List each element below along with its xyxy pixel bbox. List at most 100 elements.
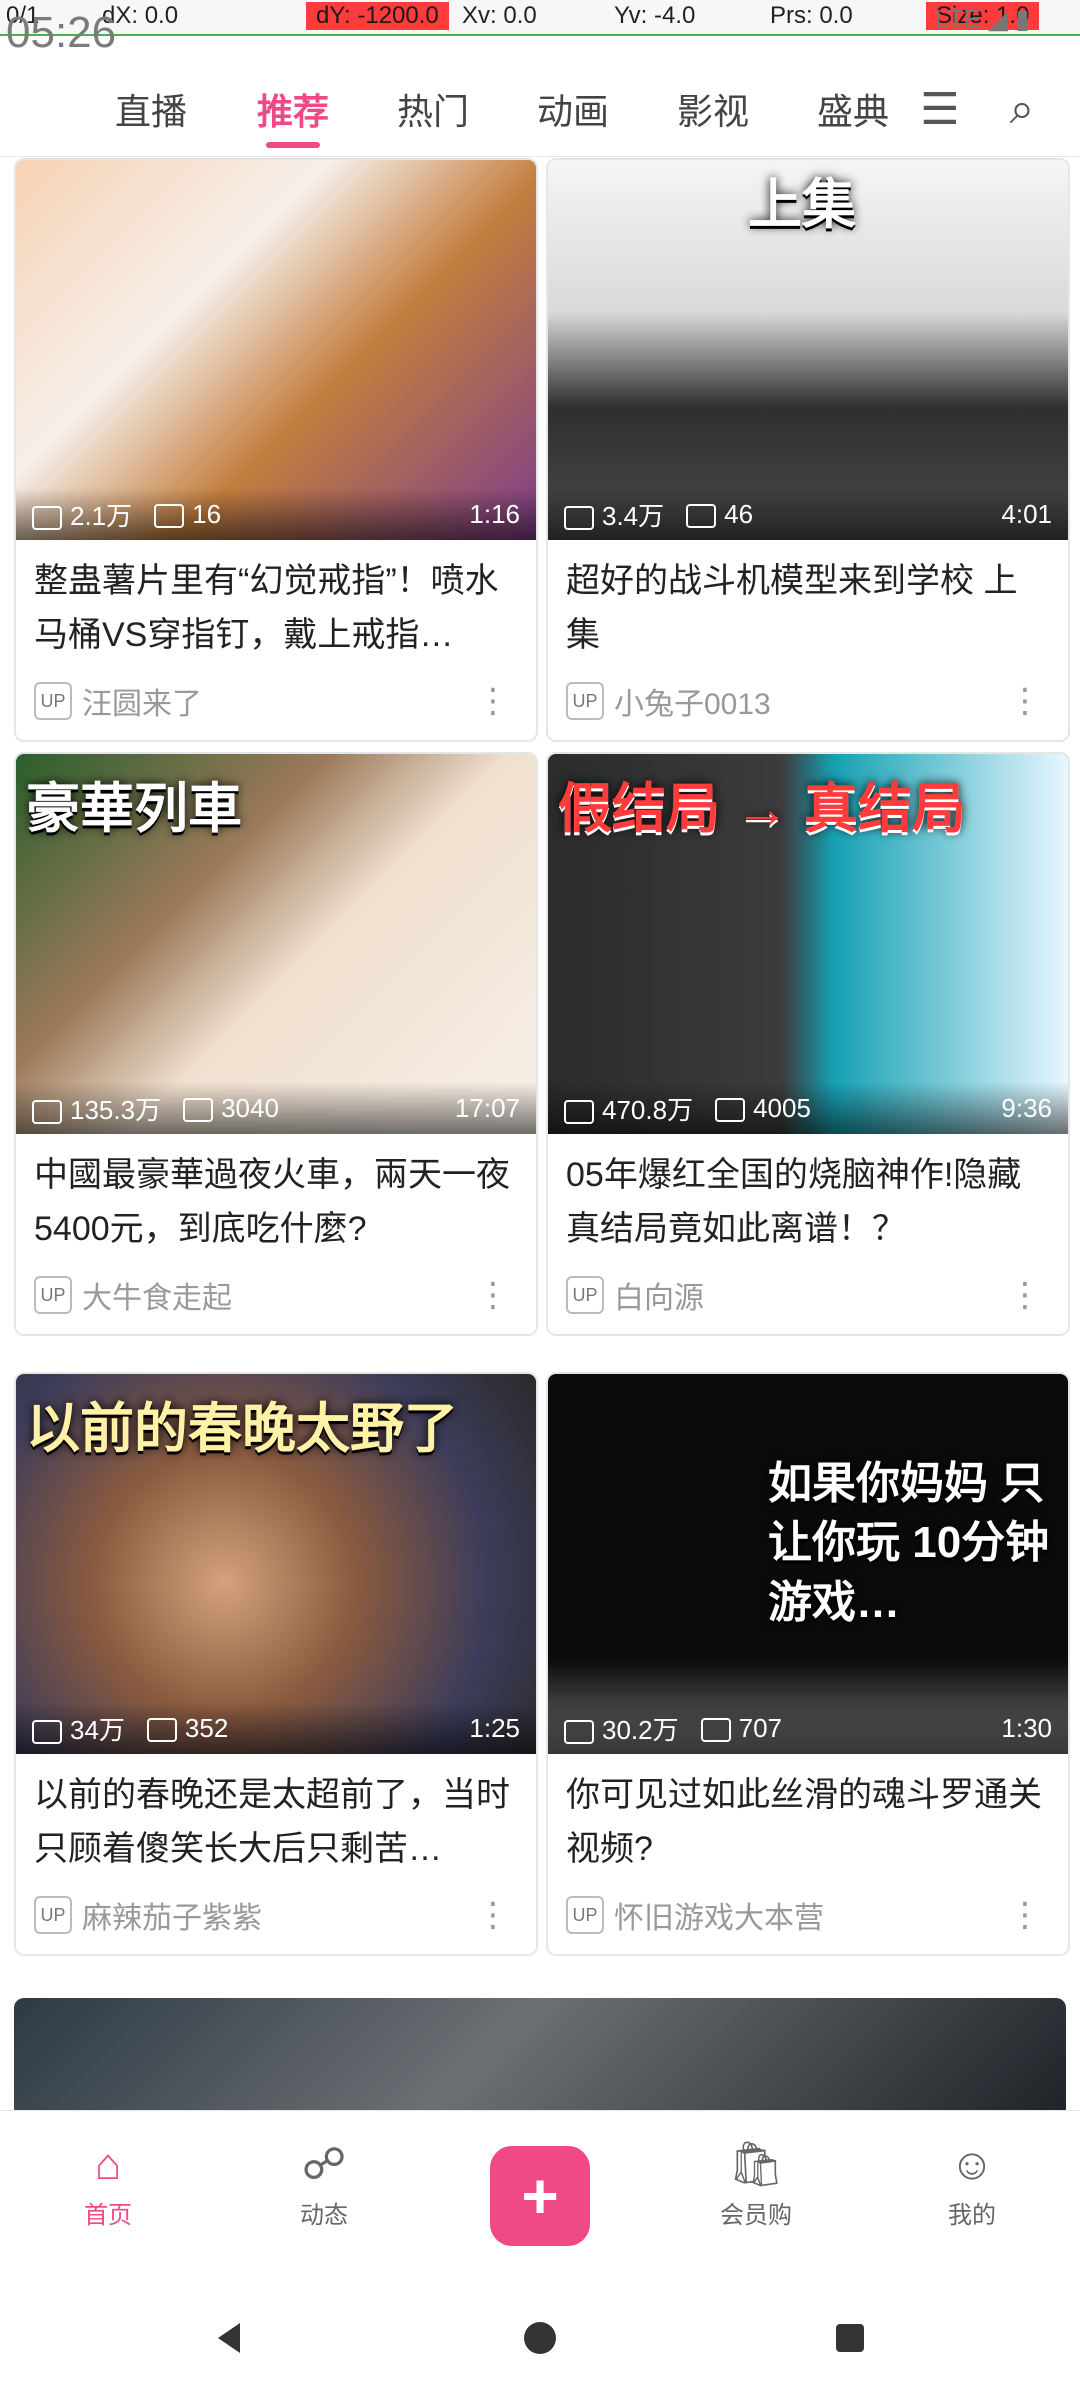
up-icon: UP	[566, 682, 604, 720]
menu-icon[interactable]: ☰	[910, 62, 970, 156]
up-icon: UP	[34, 1896, 72, 1934]
more-options-icon[interactable]: ⋮	[468, 1270, 518, 1320]
views-stat: 30.2万	[564, 1710, 679, 1747]
debug-status-bar: 0/1 dX: 0.0 dY: -1200.0 Xv: 0.0 Yv: -4.0…	[0, 0, 1080, 36]
video-card[interactable]: 以前的春晚太野了 34万 352 1:25 以前的春晚还是太超前了，当时只顾着傻…	[14, 1372, 538, 1956]
views-stat: 470.8万	[564, 1090, 693, 1127]
tab-festival[interactable]: 盛典	[788, 62, 918, 156]
video-thumbnail: 如果你妈妈 只让你玩 10分钟游戏… 30.2万 707 1:30	[548, 1374, 1068, 1754]
tab-film[interactable]: 影视	[648, 62, 778, 156]
play-count-icon	[564, 1719, 594, 1744]
yv-readout: Yv: -4.0	[614, 2, 696, 29]
video-title: 以前的春晚还是太超前了，当时只顾着傻笑长大后只剩苦…	[34, 1776, 510, 1869]
duration: 1:30	[1001, 1712, 1052, 1743]
play-count-icon	[564, 505, 594, 530]
bottom-tab-activity[interactable]: ☍ 动态	[216, 2111, 432, 2261]
views-stat: 2.1万	[32, 496, 132, 533]
video-stats: 34万 352 1:25	[16, 1702, 536, 1754]
video-thumbnail: 2.1万 16 1:16	[16, 160, 536, 540]
danmaku-icon	[183, 1097, 214, 1122]
video-card[interactable]: 如果你妈妈 只让你玩 10分钟游戏… 30.2万 707 1:30 你可见过如此…	[546, 1372, 1070, 1956]
bottom-tab-label: 会员购	[720, 2201, 792, 2229]
video-title: 05年爆红全国的烧脑神作!隐藏真结局竟如此离谱！？	[566, 1156, 1022, 1249]
author-row: UP 白向源 ⋮	[548, 1260, 1068, 1334]
author-row: UP 麻辣茄子紫紫 ⋮	[16, 1880, 536, 1954]
recents-icon[interactable]	[820, 2308, 880, 2368]
tab-recommend[interactable]: 推荐	[228, 62, 358, 156]
author-row: UP 小兔子0013 ⋮	[548, 666, 1068, 740]
plus-icon: +	[521, 2160, 559, 2232]
publish-button[interactable]: +	[490, 2146, 590, 2246]
duration: 17:07	[454, 1092, 520, 1123]
video-card[interactable]: 2.1万 16 1:16 整蛊薯片里有“幻觉戒指”！喷水马桶VS穿指钉，戴上戒指…	[14, 158, 538, 742]
more-options-icon[interactable]: ⋮	[1000, 676, 1050, 726]
author-name: 怀旧游戏大本营	[614, 1902, 824, 1935]
video-thumbnail: 豪華列車 135.3万 3040 17:07	[16, 754, 536, 1134]
author-row: UP 怀旧游戏大本营 ⋮	[548, 1880, 1068, 1954]
danmaku-icon	[146, 1717, 177, 1742]
back-icon[interactable]	[200, 2308, 260, 2368]
author-name: 大牛食走起	[82, 1282, 232, 1315]
bottom-tab-label: 首页	[84, 2201, 132, 2229]
more-options-icon[interactable]: ⋮	[468, 1890, 518, 1940]
thumbnail-caption: 如果你妈妈 只让你玩 10分钟游戏…	[768, 1459, 1050, 1627]
video-card[interactable]: 上集 3.4万 46 4:01 超好的战斗机模型来到学校 上集 UP 小兔子00…	[546, 158, 1070, 742]
duration: 4:01	[1001, 498, 1052, 529]
more-options-icon[interactable]: ⋮	[1000, 1890, 1050, 1940]
shop-icon: 🛍	[728, 2139, 784, 2189]
author-row: UP 汪圆来了 ⋮	[16, 666, 536, 740]
author-name: 汪圆来了	[82, 688, 202, 721]
home-circle-icon[interactable]	[510, 2308, 570, 2368]
tab-live[interactable]: 直播	[86, 62, 216, 156]
profile-icon: ☺	[949, 2139, 995, 2189]
author-row: UP 大牛食走起 ⋮	[16, 1260, 536, 1334]
up-icon: UP	[566, 1896, 604, 1934]
more-options-icon[interactable]: ⋮	[468, 676, 518, 726]
danmaku-stat: 46	[686, 499, 753, 530]
tab-anime[interactable]: 动画	[508, 62, 638, 156]
danmaku-icon	[686, 503, 717, 528]
status-icons: LTE ◢ ▮	[935, 4, 1030, 34]
author-name: 小兔子0013	[614, 688, 771, 721]
danmaku-stat: 3040	[183, 1093, 279, 1124]
danmaku-stat: 4005	[715, 1093, 811, 1124]
danmaku-icon	[715, 1097, 746, 1122]
play-count-icon	[32, 505, 62, 530]
duration: 9:36	[1001, 1092, 1052, 1123]
activity-icon: ☍	[301, 2139, 347, 2189]
play-count-icon	[32, 1719, 62, 1744]
home-icon: ⌂	[94, 2139, 122, 2189]
system-navigation	[0, 2260, 1080, 2400]
search-icon[interactable]: ⌕	[992, 62, 1052, 156]
thumbnail-caption: 上集	[748, 175, 856, 235]
thumbnail-caption: 以前的春晚太野了	[26, 1399, 458, 1459]
xv-readout: Xv: 0.0	[462, 2, 537, 29]
more-options-icon[interactable]: ⋮	[1000, 1270, 1050, 1320]
duration: 1:16	[469, 498, 520, 529]
top-tab-bar: 直播 推荐 热门 动画 影视 盛典 ☰ ⌕	[0, 62, 1080, 157]
video-card[interactable]: 假结局 → 真结局 470.8万 4005 9:36 05年爆红全国的烧脑神作!…	[546, 752, 1070, 1336]
danmaku-icon	[700, 1717, 731, 1742]
tab-hot[interactable]: 热门	[368, 62, 498, 156]
thumbnail-caption: 豪華列車	[26, 779, 242, 839]
danmaku-icon	[154, 503, 185, 528]
views-stat: 135.3万	[32, 1090, 161, 1127]
video-card[interactable]: 豪華列車 135.3万 3040 17:07 中國最豪華過夜火車，兩天一夜540…	[14, 752, 538, 1336]
time: 05:26	[6, 8, 117, 57]
video-title: 中國最豪華過夜火車，兩天一夜5400元，到底吃什麼?	[34, 1156, 510, 1249]
bottom-tab-label: 动态	[300, 2201, 348, 2229]
dy-readout: dY: -1200.0	[306, 2, 449, 30]
video-thumbnail: 上集 3.4万 46 4:01	[548, 160, 1068, 540]
video-stats: 2.1万 16 1:16	[16, 488, 536, 540]
up-icon: UP	[34, 1276, 72, 1314]
bottom-tab-profile[interactable]: ☺ 我的	[864, 2111, 1080, 2261]
next-video-preview[interactable]	[14, 1998, 1066, 2118]
duration: 1:25	[469, 1712, 520, 1743]
views-stat: 3.4万	[564, 496, 664, 533]
video-title: 超好的战斗机模型来到学校 上集	[566, 562, 1018, 655]
video-stats: 3.4万 46 4:01	[548, 488, 1068, 540]
bottom-tab-shop[interactable]: 🛍 会员购	[648, 2111, 864, 2261]
bottom-tab-home[interactable]: ⌂ 首页	[0, 2111, 216, 2261]
danmaku-stat: 16	[154, 499, 221, 530]
prs-readout: Prs: 0.0	[770, 2, 853, 29]
